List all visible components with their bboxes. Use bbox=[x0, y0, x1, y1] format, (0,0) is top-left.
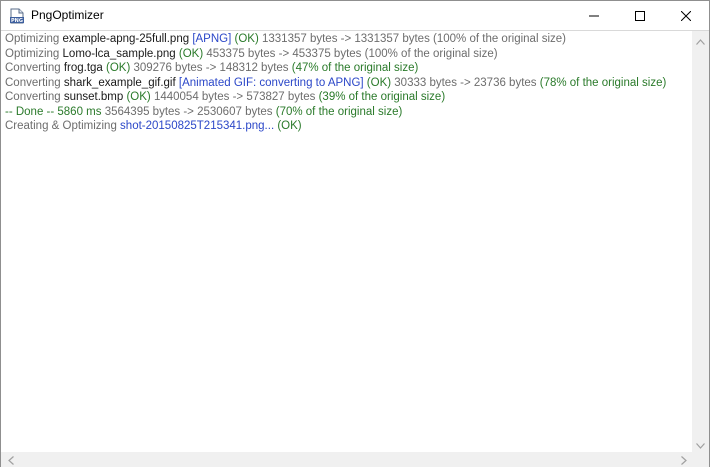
log-segment: 453375 bytes -> 453375 bytes (100% of th… bbox=[203, 47, 498, 60]
log-segment: Lomo-lca_sample.png bbox=[62, 47, 176, 60]
log-segment: (47% of the original size) bbox=[291, 62, 419, 74]
log-segment: frog.tga bbox=[63, 62, 103, 74]
log-segment: Converting bbox=[5, 62, 64, 74]
scroll-right-button[interactable] bbox=[675, 452, 692, 467]
log-segment: shark_example_gif.gif bbox=[63, 76, 176, 89]
scroll-down-arrow-icon bbox=[696, 434, 705, 453]
minimize-icon bbox=[589, 6, 599, 25]
log-segment: Optimizing bbox=[5, 33, 63, 45]
log-line: Creating & Optimizing shot-20150825T2153… bbox=[5, 119, 689, 134]
log-line: Converting shark_example_gif.gif [Animat… bbox=[5, 76, 689, 91]
horizontal-scrollbar[interactable] bbox=[1, 452, 692, 467]
log-segment: Converting bbox=[5, 76, 64, 89]
log-segment: sunset.bmp bbox=[63, 91, 124, 103]
log-segment: shot-20150825T215341.png... bbox=[120, 120, 275, 132]
maximize-button[interactable] bbox=[617, 1, 663, 30]
log-segment: (OK) bbox=[274, 120, 302, 132]
maximize-icon bbox=[635, 6, 645, 25]
log-segment: 3564395 bytes -> 2530607 bytes bbox=[101, 105, 276, 118]
scroll-left-arrow-icon bbox=[7, 450, 14, 469]
log-line: Converting sunset.bmp (OK) 1440054 bytes… bbox=[5, 90, 689, 105]
log-segment: Creating & Optimizing bbox=[5, 120, 121, 132]
log-segment: (OK) bbox=[363, 76, 392, 89]
log-segment: Optimizing bbox=[5, 47, 63, 60]
log-segment: (OK) bbox=[123, 91, 151, 103]
log-line: Optimizing example-apng-25full.png [APNG… bbox=[5, 32, 689, 47]
log-segment: -- Done -- 5860 ms bbox=[5, 105, 102, 118]
log-output[interactable]: Optimizing example-apng-25full.png [APNG… bbox=[5, 32, 689, 453]
log-segment: (OK) bbox=[175, 47, 204, 60]
log-segment: 30333 bytes -> 23736 bytes bbox=[391, 76, 540, 89]
close-icon bbox=[680, 6, 692, 25]
scroll-right-arrow-icon bbox=[680, 450, 687, 469]
minimize-button[interactable] bbox=[571, 1, 617, 30]
scroll-down-button[interactable] bbox=[692, 436, 709, 451]
log-segment: 309276 bytes -> 148312 bytes bbox=[130, 62, 292, 74]
log-panel[interactable]: Optimizing example-apng-25full.png [APNG… bbox=[1, 30, 709, 467]
svg-text:PNG: PNG bbox=[11, 18, 23, 24]
log-segment: (OK) bbox=[102, 62, 131, 74]
log-segment: 1440054 bytes -> 573827 bytes bbox=[150, 91, 319, 103]
title-bar[interactable]: PNG PngOptimizer bbox=[1, 1, 709, 30]
png-file-icon: PNG bbox=[9, 8, 25, 24]
log-line: Converting frog.tga (OK) 309276 bytes ->… bbox=[5, 61, 689, 76]
log-line: -- Done -- 5860 ms 3564395 bytes -> 2530… bbox=[5, 105, 689, 120]
log-segment: (OK) bbox=[231, 33, 259, 45]
app-window: PNG PngOptimizer Optimizing example-apng… bbox=[0, 0, 710, 467]
log-segment: (70% of the original size) bbox=[275, 105, 403, 118]
log-segment: [APNG] bbox=[189, 33, 232, 45]
scrollbar-corner bbox=[692, 452, 709, 467]
scroll-up-button[interactable] bbox=[692, 32, 709, 47]
scroll-left-button[interactable] bbox=[2, 452, 19, 467]
log-segment: (78% of the original size) bbox=[539, 76, 667, 89]
window-title: PngOptimizer bbox=[31, 8, 104, 22]
vertical-scrollbar[interactable] bbox=[692, 31, 709, 452]
log-line: Optimizing Lomo-lca_sample.png (OK) 4533… bbox=[5, 47, 689, 62]
log-segment: Converting bbox=[5, 91, 64, 103]
log-segment: 1331357 bytes -> 1331357 bytes (100% of … bbox=[258, 33, 566, 45]
log-segment: example-apng-25full.png bbox=[62, 33, 190, 45]
scroll-up-arrow-icon bbox=[696, 30, 705, 49]
log-segment: [Animated GIF: converting to APNG] bbox=[175, 76, 364, 89]
log-segment: (39% of the original size) bbox=[318, 91, 446, 103]
close-button[interactable] bbox=[663, 1, 709, 30]
